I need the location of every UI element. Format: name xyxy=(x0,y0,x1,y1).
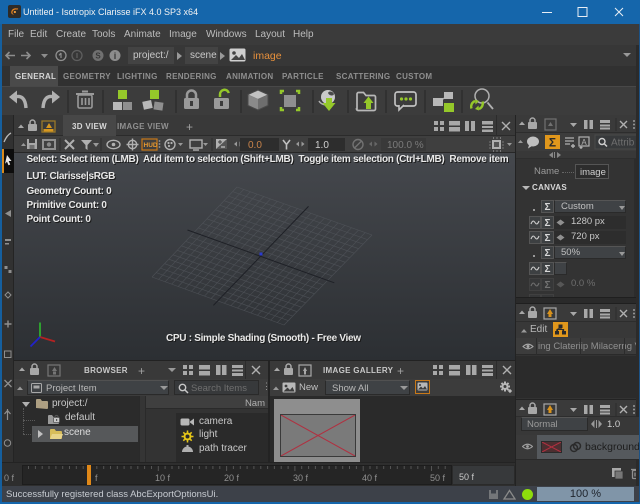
svg-text:i: i xyxy=(114,51,117,61)
svg-text:100.0 %: 100.0 % xyxy=(387,140,424,151)
svg-text:1.0: 1.0 xyxy=(315,140,329,151)
svg-text:Σ: Σ xyxy=(549,136,556,150)
svg-text:0.0: 0.0 xyxy=(248,140,262,151)
svg-text:S: S xyxy=(95,52,101,61)
svg-text:HUD: HUD xyxy=(144,142,158,149)
svg-text:A: A xyxy=(581,138,587,147)
svg-text:Attrib: Attrib xyxy=(611,138,635,149)
